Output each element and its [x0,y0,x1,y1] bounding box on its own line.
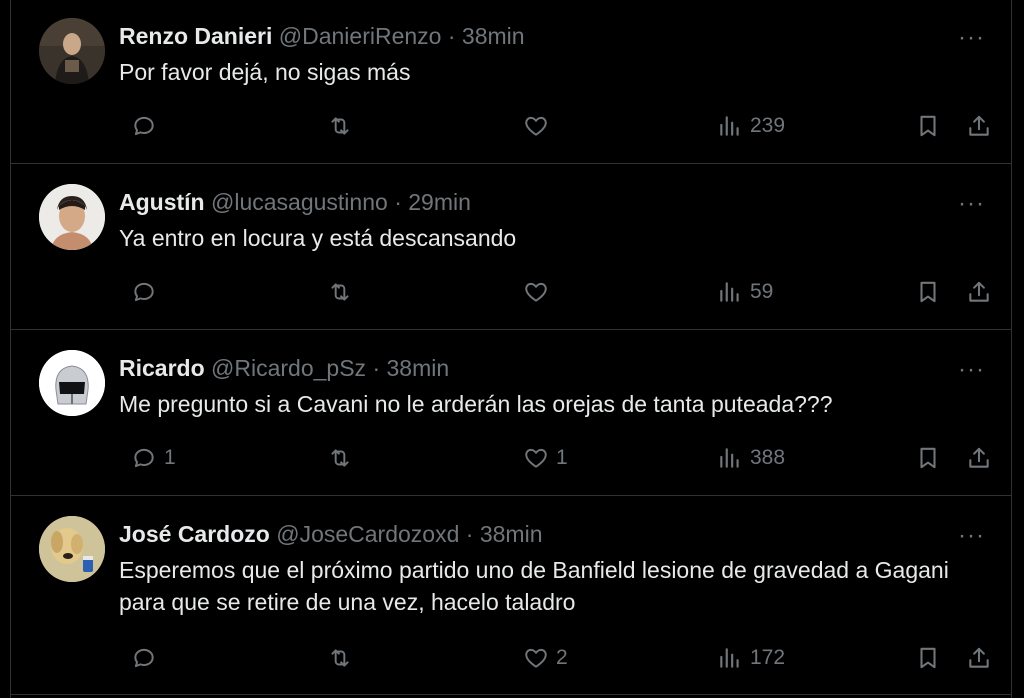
heart-icon [525,116,547,136]
heart-icon [525,448,547,468]
share-button[interactable] [966,642,992,674]
tweet-text: Por favor dejá, no sigas más [119,59,411,85]
retweet-button[interactable] [327,642,353,674]
author-handle[interactable]: @lucasagustinno [211,189,388,215]
author-handle[interactable]: @JoseCardozoxd [276,521,459,547]
like-count: 2 [556,646,568,669]
reply-button[interactable] [131,642,164,674]
like-button[interactable] [523,110,556,142]
tweet-text: Esperemos que el próximo partido uno de … [119,557,949,615]
bookmark-icon [920,281,936,303]
bookmark-button[interactable] [915,276,941,308]
views-button[interactable]: 388 [717,442,785,474]
views-icon [720,448,739,468]
tweet[interactable]: Renzo Danieri @DanieriRenzo · 38min ··· … [11,0,1011,164]
like-button[interactable]: 2 [523,642,568,674]
tweet-header: Agustín @lucasagustinno · 29min [119,188,471,216]
view-count: 172 [750,646,786,669]
author-name[interactable]: Ricardo [119,355,205,381]
retweet-icon [331,649,349,667]
separator: · [465,521,474,547]
reply-icon [134,116,154,136]
like-button[interactable]: 1 [523,442,568,474]
reply-button[interactable]: 1 [131,442,176,474]
views-icon [720,648,739,668]
views-icon [720,116,739,136]
avatar[interactable] [39,516,105,582]
share-icon [969,115,989,136]
tweet[interactable]: Ricardo @Ricardo_pSz · 38min ··· Me preg… [11,330,1011,496]
retweet-icon [331,117,349,135]
reply-count: 1 [164,446,176,469]
timestamp[interactable]: 38min [480,521,543,547]
bookmark-button[interactable] [915,642,941,674]
author-handle[interactable]: @DanieriRenzo [279,23,442,49]
like-count: 1 [556,446,568,469]
tweet-header: Renzo Danieri @DanieriRenzo · 38min [119,22,525,50]
retweet-button[interactable] [327,442,353,474]
tweet-text: Me pregunto si a Cavani no le arderán la… [119,391,833,417]
avatar[interactable] [39,184,105,250]
timestamp[interactable]: 38min [462,23,525,49]
separator: · [372,355,381,381]
tweet-actions: 2 172 [119,642,989,674]
views-button[interactable]: 172 [717,642,785,674]
share-icon [969,281,989,302]
reply-feed: Renzo Danieri @DanieriRenzo · 38min ··· … [10,0,1012,698]
timestamp[interactable]: 29min [408,189,471,215]
tweet[interactable]: José Cardozo @JoseCardozoxd · 38min ··· … [11,496,1011,695]
reply-icon [134,282,154,302]
timestamp[interactable]: 38min [387,355,450,381]
more-options-icon[interactable]: ··· [958,524,985,548]
bookmark-button[interactable] [915,110,941,142]
share-button[interactable] [966,442,992,474]
views-icon [720,282,739,302]
tweet[interactable]: Agustín @lucasagustinno · 29min ··· Ya e… [11,164,1011,330]
views-button[interactable]: 59 [717,276,773,308]
heart-icon [525,282,547,302]
retweet-button[interactable] [327,110,353,142]
bookmark-icon [920,115,936,137]
bookmark-icon [920,647,936,669]
avatar[interactable] [39,18,105,84]
tweet-header: José Cardozo @JoseCardozoxd · 38min [119,520,543,548]
view-count: 388 [750,446,786,469]
reply-button[interactable] [131,276,164,308]
author-handle[interactable]: @Ricardo_pSz [211,355,366,381]
bookmark-button[interactable] [915,442,941,474]
retweet-icon [331,283,349,301]
share-button[interactable] [966,110,992,142]
more-options-icon[interactable]: ··· [958,358,985,382]
tweet-actions: 239 [119,110,989,142]
retweet-icon [331,449,349,467]
reply-icon [134,648,154,668]
more-options-icon[interactable]: ··· [958,192,985,216]
view-count: 59 [750,280,774,303]
separator: · [394,189,402,215]
tweet-actions: 59 [119,276,989,308]
views-button[interactable]: 239 [717,110,785,142]
retweet-button[interactable] [327,276,353,308]
more-options-icon[interactable]: ··· [958,26,985,50]
share-button[interactable] [966,276,992,308]
bookmark-icon [920,447,936,469]
author-name[interactable]: Agustín [119,189,205,215]
heart-icon [525,648,547,668]
author-name[interactable]: José Cardozo [119,521,270,547]
share-icon [969,647,989,668]
tweet-text: Ya entro en locura y está descansando [119,225,517,251]
separator: · [447,23,456,49]
reply-icon [134,448,154,468]
share-icon [969,447,989,468]
tweet-header: Ricardo @Ricardo_pSz · 38min [119,354,449,382]
author-name[interactable]: Renzo Danieri [119,23,272,49]
tweet-actions: 1 1 388 [119,442,989,474]
view-count: 239 [750,114,786,137]
reply-button[interactable] [131,110,164,142]
like-button[interactable] [523,276,556,308]
avatar[interactable] [39,350,105,416]
